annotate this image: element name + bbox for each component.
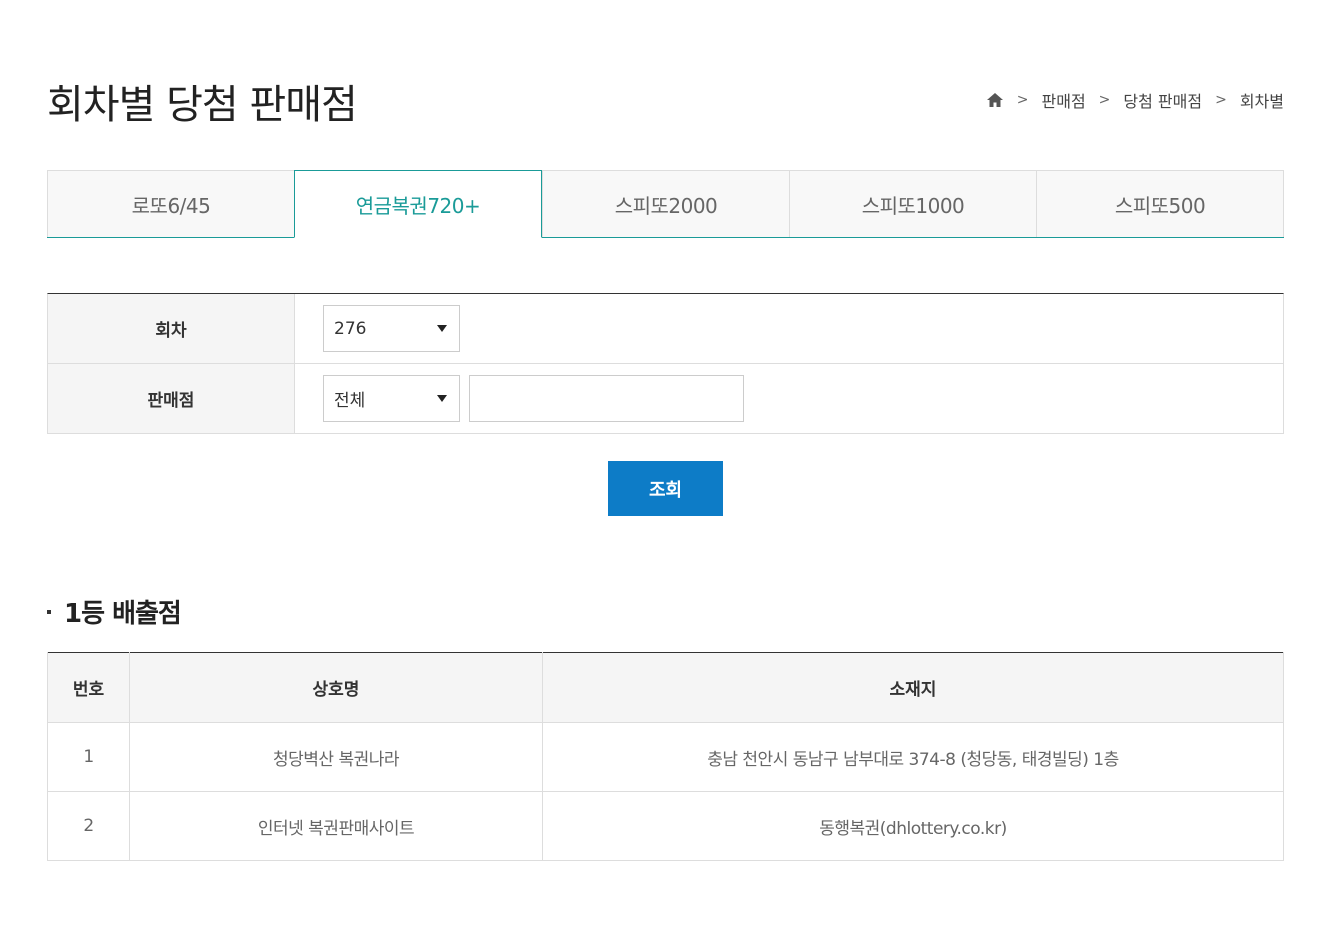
table-header-row: 번호 상호명 소재지: [47, 652, 1284, 723]
breadcrumb-item[interactable]: 당첨 판매점: [1123, 88, 1202, 112]
breadcrumb-item[interactable]: 회차별: [1240, 88, 1284, 112]
winning-stores-table: 번호 상호명 소재지 1 청당벽산 복권나라 충남 천안시 동남구 남부대로 3…: [47, 652, 1284, 861]
row-address: 동행복권(dhlottery.co.kr): [542, 791, 1284, 861]
column-header-address: 소재지: [542, 652, 1284, 723]
lottery-tabs: 로또6/45 연금복권720+ 스피또2000 스피또1000 스피또500: [47, 170, 1284, 238]
search-form: 회차 276 판매점 전체: [47, 293, 1284, 434]
store-cell: 전체: [295, 364, 1283, 433]
tab-speetto2000[interactable]: 스피또2000: [542, 170, 789, 237]
store-type-select-value: 전체: [334, 391, 366, 411]
store-row: 판매점 전체: [48, 364, 1283, 434]
breadcrumb: > 판매점 > 당첨 판매점 > 회차별: [986, 88, 1284, 112]
row-no: 2: [47, 791, 130, 861]
home-icon[interactable]: [986, 91, 1004, 109]
store-search-input[interactable]: [469, 375, 744, 422]
tab-speetto1000[interactable]: 스피또1000: [789, 170, 1036, 237]
store-type-select[interactable]: 전체: [323, 375, 460, 422]
bullet-icon: [47, 609, 51, 614]
round-row: 회차 276: [48, 294, 1283, 364]
column-header-name: 상호명: [129, 652, 543, 723]
section-title: 1등 배출점: [47, 593, 182, 630]
chevron-right-icon: >: [1016, 92, 1029, 108]
chevron-right-icon: >: [1215, 92, 1227, 108]
search-button[interactable]: 조회: [608, 461, 723, 516]
tab-lotto645[interactable]: 로또6/45: [47, 170, 294, 237]
column-header-no: 번호: [47, 652, 130, 723]
page-header: 회차별 당첨 판매점 > 판매점 > 당첨 판매점 > 회차별: [47, 78, 1284, 132]
tab-speetto500[interactable]: 스피또500: [1036, 170, 1284, 237]
round-select[interactable]: 276: [323, 305, 460, 352]
caret-down-icon: [437, 395, 447, 402]
round-label: 회차: [48, 294, 295, 363]
row-no: 1: [47, 722, 130, 792]
page-title: 회차별 당첨 판매점: [47, 82, 358, 128]
chevron-right-icon: >: [1098, 92, 1111, 108]
store-label: 판매점: [48, 364, 295, 433]
section-title-text: 1등 배출점: [64, 599, 182, 629]
round-cell: 276: [295, 294, 1283, 363]
caret-down-icon: [437, 325, 447, 332]
row-address: 충남 천안시 동남구 남부대로 374-8 (청당동, 태경빌딩) 1층: [542, 722, 1284, 792]
round-select-value: 276: [334, 318, 367, 339]
table-row: 2 인터넷 복권판매사이트 동행복권(dhlottery.co.kr): [47, 791, 1284, 861]
tab-pension720[interactable]: 연금복권720+: [294, 170, 542, 238]
row-store-name: 청당벽산 복권나라: [129, 722, 543, 792]
breadcrumb-item[interactable]: 판매점: [1042, 88, 1086, 112]
table-row: 1 청당벽산 복권나라 충남 천안시 동남구 남부대로 374-8 (청당동, …: [47, 722, 1284, 792]
row-store-name: 인터넷 복권판매사이트: [129, 791, 543, 861]
